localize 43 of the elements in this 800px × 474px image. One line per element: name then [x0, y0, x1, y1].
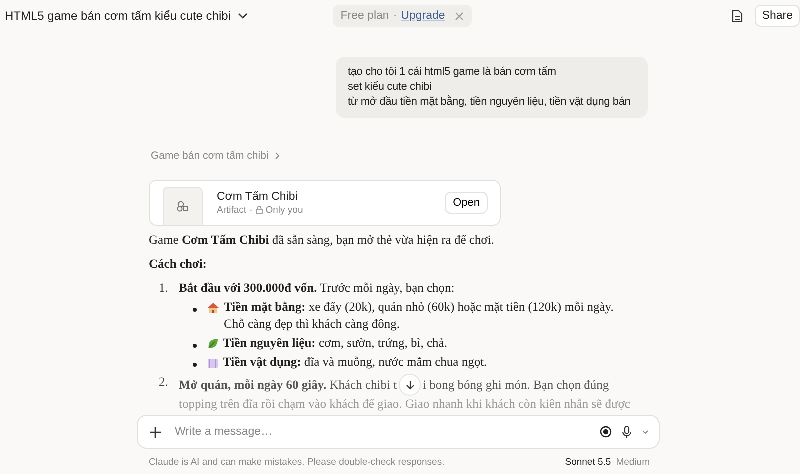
chevron-down-icon[interactable]: [238, 13, 248, 19]
visibility-label: Only you: [266, 204, 304, 216]
bullet-text: Tiền mặt bằng: xe đẩy (20k), quán nhỏ (60k) hoặc mặt tiền (120k) mỗi ngày. Chỗ càng đẹp thì khách càng đông.: [224, 299, 615, 333]
list-item-text: i bong bóng ghi món. Bạn chọn đúng: [423, 376, 610, 394]
plate-icon: [207, 357, 219, 369]
artifact-type: Artifact: [217, 204, 247, 216]
artifact-title: Cơm Tấm Chibi: [217, 190, 299, 202]
bullet-text: Tiền nguyên liệu: cơm, sườn, trứng, bì, chả.: [223, 335, 448, 352]
shapes-icon: [177, 201, 189, 212]
bullet-text: Tiền vật dụng: đĩa và muỗng, nước mắm chua ngọt.: [223, 354, 488, 371]
section-heading: Cách chơi:: [149, 256, 208, 273]
share-button[interactable]: Share: [755, 5, 800, 27]
list-number: 1.: [159, 280, 170, 297]
disclaimer-text: Claude is AI and can make mistakes. Please double-check responses.: [149, 457, 445, 468]
list-item-text: Bắt đầu với 300.000đ vốn. Trước mỗi ngày, bạn chọn:: [179, 280, 455, 297]
message-input[interactable]: Write a message…: [173, 425, 590, 439]
list-item-text: topping trên đĩa rồi chạm vào khách để giao. Giao nhanh khi khách còn kiên nhẫn sẽ được: [179, 396, 632, 413]
upgrade-link[interactable]: Upgrade: [401, 10, 446, 22]
bullet-dot: [193, 308, 197, 312]
leaf-icon: [207, 338, 219, 350]
plan-label: Free plan: [340, 10, 390, 22]
house-icon: [207, 302, 220, 314]
list-number: 2.: [159, 374, 170, 391]
lock-icon: [256, 206, 263, 214]
microphone-icon[interactable]: [622, 426, 632, 438]
record-icon[interactable]: [600, 426, 612, 438]
artifact-card[interactable]: Cơm Tấm Chibi Artifact · Only you Open: [149, 180, 501, 226]
bullet-dot: [193, 363, 197, 367]
scroll-down-button[interactable]: [399, 374, 422, 396]
separator-dot: ·: [393, 10, 398, 22]
chat-title[interactable]: HTML5 game bán cơm tấm kiểu cute chibi: [5, 9, 231, 23]
open-button[interactable]: Open: [445, 192, 488, 214]
document-icon[interactable]: [732, 10, 744, 22]
plus-icon[interactable]: [150, 426, 161, 438]
message-field[interactable]: Write a message…: [137, 415, 660, 449]
list-item-text: Mở quán, mỗi ngày 60 giây. Khách chibi t: [179, 376, 398, 394]
response-paragraph: Game Cơm Tấm Chibi đã sẵn sàng, bạn mở thẻ vừa hiện ra để chơi.: [149, 232, 496, 249]
chevron-right-icon[interactable]: [274, 152, 280, 160]
separator-dot: ·: [250, 204, 253, 216]
arrow-down-icon[interactable]: [406, 380, 415, 390]
bullet-dot: [193, 344, 197, 348]
user-message: tạo cho tôi 1 cái html5 game là bán cơm tấm set kiểu cute chibi từ mở đầu tiền mặt bằng, tiền nguyên liệu, tiền vật dụng bán: [336, 57, 648, 118]
model-name[interactable]: Sonnet 5.5: [565, 457, 612, 468]
